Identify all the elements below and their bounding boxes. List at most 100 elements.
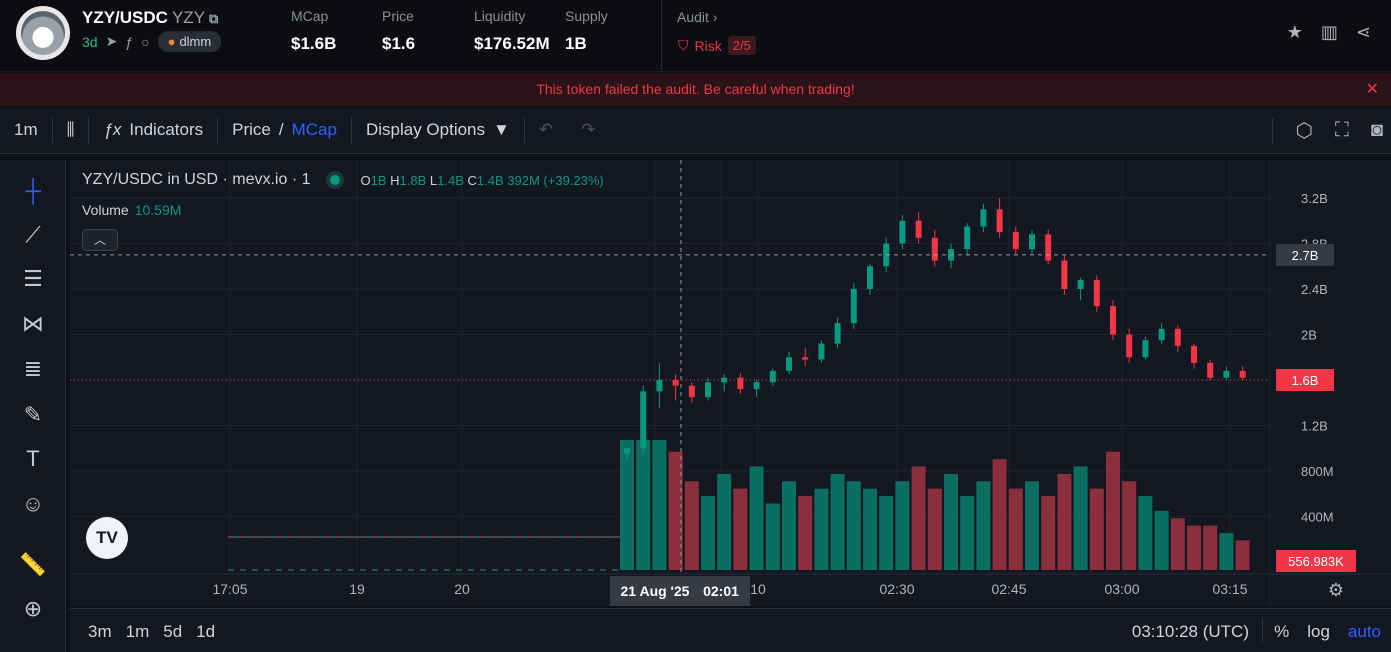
stat-value: 1B (565, 34, 587, 53)
candle-body (1110, 306, 1116, 335)
indicators-button[interactable]: ƒx Indicators (89, 107, 217, 154)
search-icon[interactable]: ○ (141, 34, 149, 50)
candle-type-button[interactable]: ⫼ (53, 107, 89, 154)
brush-icon[interactable]: ✎ (16, 398, 50, 432)
toolbar-right: ⬡ ⛶ ◙ (1272, 107, 1383, 154)
price-chart[interactable]: 3.2B2.8B2.4B2B1.6B1.2B800M400M17:0519201… (70, 160, 1391, 606)
copy-icon[interactable]: ⧉ (209, 11, 218, 26)
horizontal-lines-icon[interactable]: ☰ (16, 262, 50, 296)
ruler-icon[interactable]: 📏 (16, 548, 50, 582)
star-icon[interactable]: ★ (1287, 22, 1303, 43)
volume-bar (1219, 533, 1234, 570)
fullscreen-icon[interactable]: ⛶ (1335, 119, 1349, 142)
divider (1262, 619, 1263, 643)
crosshair-icon[interactable]: ┼ (16, 174, 50, 208)
y-tick-label: 800M (1301, 464, 1334, 479)
stat-value: $176.52M (474, 34, 550, 53)
candle-body (1029, 234, 1035, 250)
tradingview-logo[interactable]: TV (86, 517, 128, 559)
settings-icon[interactable]: ⬡ (1295, 118, 1312, 143)
display-options-label: Display Options (365, 120, 486, 139)
camera-icon[interactable]: ◙ (1371, 119, 1383, 142)
stat-price: Price $1.6 (382, 8, 415, 54)
redo-button[interactable]: ↷ (567, 107, 609, 154)
token-header: YZY/USDC YZY ⧉ 3d ➤ ƒ ○ ● dlmm MCap $1.6B P… (0, 0, 1391, 72)
candle-body (688, 385, 695, 398)
volume-bar (927, 488, 942, 570)
stats-icon[interactable]: ▥ (1321, 22, 1338, 43)
token-logo (16, 6, 70, 60)
price-mcap-toggle[interactable]: Price / MCap (218, 107, 351, 154)
risk-count: 2/5 (727, 36, 756, 55)
token-meta: 3d ➤ ƒ ○ ● dlmm (82, 31, 222, 52)
pattern-icon[interactable]: ⋈ (16, 307, 50, 341)
dex-badge[interactable]: ● dlmm (157, 31, 222, 52)
interval-button[interactable]: 1m (0, 107, 52, 154)
volume-bar (911, 466, 926, 570)
stat-supply: Supply 1B (565, 8, 608, 54)
x-tick-label: 03:15 (1212, 581, 1247, 597)
trendline-icon[interactable]: ⟋ (16, 218, 50, 252)
share-icon[interactable]: ⋖ (1356, 22, 1371, 43)
close-icon[interactable]: ✕ (1366, 73, 1379, 106)
candle-body (705, 382, 711, 398)
range-1d[interactable]: 1d (196, 622, 215, 642)
collapse-legend-button[interactable]: ︿ (82, 229, 118, 251)
volume-bar (1122, 481, 1137, 570)
open-value: 1B (370, 172, 387, 188)
range-1m[interactable]: 1m (126, 622, 150, 642)
high-value: 1.8B (399, 172, 427, 188)
telegram-icon[interactable]: ➤ (106, 33, 118, 50)
display-options-button[interactable]: Display Options ▼ (352, 107, 524, 154)
volume-bar (1203, 525, 1218, 570)
volume-bar (846, 481, 861, 570)
candle-body (915, 220, 922, 238)
indicators-label: Indicators (129, 120, 204, 139)
function-icon: ƒx (103, 120, 122, 139)
caret-down-icon: ▼ (493, 120, 510, 139)
mcap-option[interactable]: MCap (292, 120, 337, 140)
volume-bar (636, 440, 651, 570)
audit-link[interactable]: Audit › (677, 9, 717, 25)
volume-bar (782, 481, 796, 570)
y-tick-label: 2B (1301, 328, 1317, 343)
volume-label: Volume (82, 202, 129, 218)
stat-liquidity: Liquidity $176.52M (474, 8, 550, 54)
range-5d[interactable]: 5d (163, 622, 182, 642)
candle-body (1158, 328, 1165, 341)
candle-body (802, 357, 809, 360)
utc-clock[interactable]: 03:10:28 (UTC) (1132, 622, 1249, 642)
volume-bar (879, 496, 894, 570)
x-tick-label: 19 (349, 581, 365, 597)
x-tick-label: 02:30 (879, 581, 914, 597)
percent-toggle[interactable]: % (1274, 622, 1289, 642)
zoom-in-icon[interactable]: ⊕ (16, 592, 50, 626)
risk-indicator[interactable]: ⛉ Risk 2/5 (678, 36, 756, 55)
high-label: H (390, 172, 400, 188)
text-icon[interactable]: T (16, 442, 50, 476)
undo-button[interactable]: ↶ (525, 107, 567, 154)
emoji-icon[interactable]: ☺ (16, 487, 50, 521)
range-3m[interactable]: 3m (88, 622, 112, 642)
candle-body (980, 209, 987, 227)
farcaster-icon[interactable]: ƒ (125, 34, 133, 50)
audit-label: Audit (677, 9, 709, 25)
candle-body (656, 380, 663, 392)
chart-canvas[interactable]: 3.2B2.8B2.4B2B1.6B1.2B800M400M17:0519201… (70, 160, 1391, 606)
candle-body (1174, 328, 1181, 346)
volume-bar (701, 496, 715, 570)
volume-legend: Volume 10.59M (82, 202, 181, 218)
candle-body (1239, 370, 1246, 378)
risk-label: Risk (694, 37, 722, 54)
auto-toggle[interactable]: auto (1348, 622, 1381, 642)
price-option[interactable]: Price (232, 120, 271, 140)
volume-bar (1057, 473, 1072, 570)
volume-bar (976, 481, 991, 570)
prediction-icon[interactable]: ≣ (16, 352, 50, 386)
ohlc-values: O1B H1.8B L1.4B C1.4B 392M (+39.23%) (360, 173, 603, 188)
log-toggle[interactable]: log (1307, 622, 1330, 642)
divider (661, 0, 662, 70)
stat-label: Price (382, 8, 414, 24)
range-buttons: 3m 1m 5d 1d (88, 622, 215, 642)
close-value: 1.4B (476, 172, 504, 188)
